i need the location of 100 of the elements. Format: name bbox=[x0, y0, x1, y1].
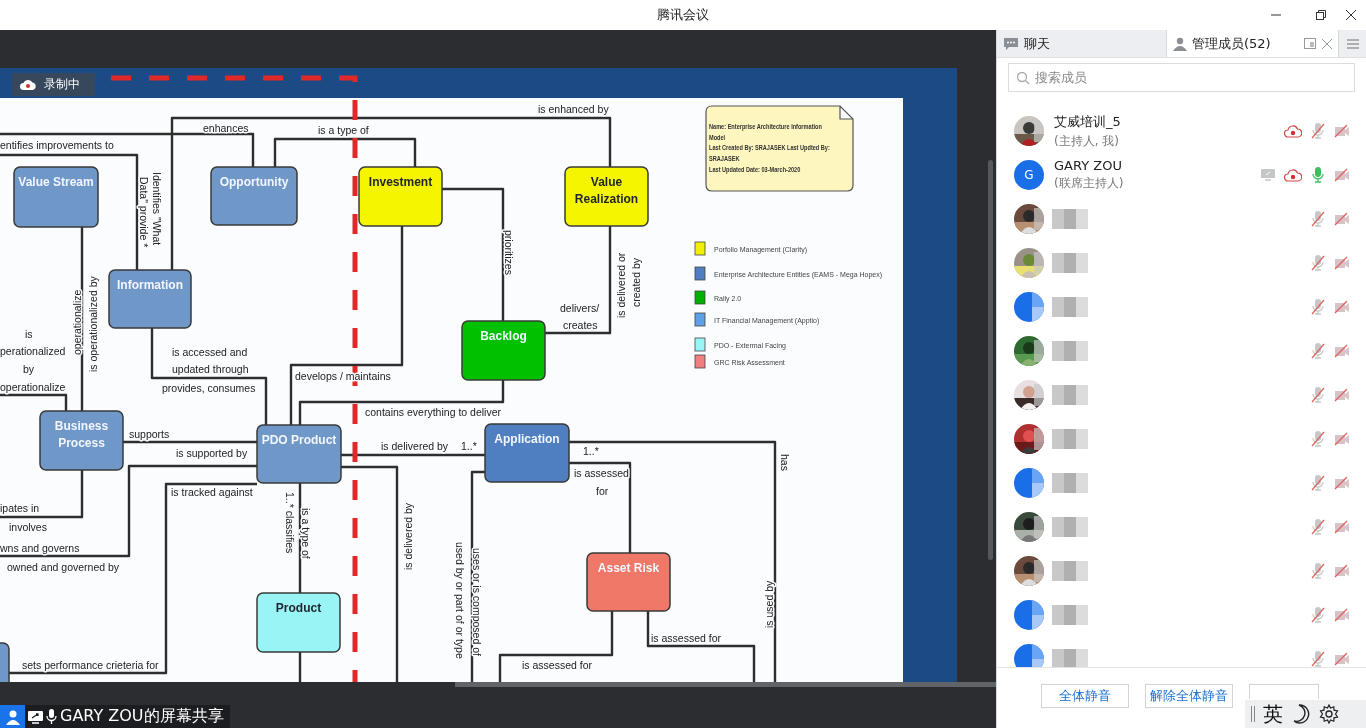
connector-label: operationalize bbox=[71, 289, 83, 355]
connector-label: is a type of bbox=[300, 508, 312, 559]
scrollbar[interactable] bbox=[455, 682, 996, 687]
participant-button[interactable] bbox=[0, 705, 25, 728]
search-icon bbox=[1016, 71, 1030, 85]
connector-label: ipates in bbox=[0, 502, 40, 514]
connector-label: used by or part of or type bbox=[454, 542, 466, 659]
connector-label: entifies improvements to bbox=[0, 139, 114, 151]
node-label: Business Process bbox=[54, 419, 109, 450]
restore-icon bbox=[1316, 10, 1326, 20]
search-field[interactable]: 搜索成员 bbox=[1008, 63, 1355, 92]
camera-off-icon[interactable] bbox=[1334, 388, 1350, 402]
muted-microphone-icon[interactable] bbox=[1310, 562, 1326, 580]
screen-share-icon bbox=[28, 709, 43, 724]
connector-label: is tracked against bbox=[171, 486, 253, 498]
camera-off-icon[interactable] bbox=[1334, 212, 1350, 226]
member-role: (联席主持人) bbox=[1054, 175, 1124, 192]
connector-label: operationalize bbox=[0, 381, 66, 393]
connector-label: has bbox=[779, 454, 791, 471]
connector-label: uses or is composed of bbox=[471, 548, 483, 656]
connector-label: owned and governed by bbox=[7, 561, 120, 573]
pixelated-name bbox=[1052, 605, 1088, 625]
person-icon bbox=[1173, 36, 1187, 51]
connector-label: is delivered by bbox=[381, 440, 449, 452]
pixelated-name bbox=[1052, 429, 1088, 449]
node-label: PDO Product bbox=[261, 433, 337, 447]
connector-label: is supported by bbox=[176, 447, 248, 459]
connector-label: contains everything to deliver bbox=[365, 406, 501, 418]
connector-label: delivers/ bbox=[560, 302, 600, 314]
settings-icon[interactable] bbox=[1319, 704, 1339, 724]
microphone-icon bbox=[46, 708, 57, 725]
muted-microphone-icon[interactable] bbox=[1310, 210, 1326, 228]
muted-microphone-icon[interactable] bbox=[1310, 518, 1326, 536]
node-label: Asset Risk bbox=[597, 561, 660, 575]
camera-off-icon[interactable] bbox=[1334, 608, 1350, 622]
connector-label: is bbox=[25, 328, 33, 340]
camera-off-icon[interactable] bbox=[1334, 652, 1350, 666]
connector-label: is assessed bbox=[574, 467, 629, 479]
scrollbar[interactable] bbox=[988, 160, 993, 560]
mute-control-button[interactable]: 全体静音 bbox=[1041, 684, 1129, 708]
node-label: Product bbox=[275, 601, 322, 615]
connector-label: involves bbox=[9, 521, 47, 533]
input-mode-toggle[interactable]: 英 bbox=[1263, 704, 1283, 724]
connector-label: is used by bbox=[763, 580, 775, 628]
muted-microphone-icon[interactable] bbox=[1310, 254, 1326, 272]
recording-status: 录制中 bbox=[44, 76, 80, 93]
connector-label: by bbox=[23, 363, 35, 375]
muted-microphone-icon[interactable] bbox=[1310, 606, 1326, 624]
connector-label: Identifies "What bbox=[151, 172, 163, 246]
camera-off-icon[interactable] bbox=[1334, 124, 1350, 138]
connector-label: Data" provide * bbox=[138, 177, 150, 248]
menu-icon bbox=[1346, 38, 1359, 49]
connector-label: perationalized bbox=[0, 345, 66, 357]
muted-microphone-icon[interactable] bbox=[1310, 386, 1326, 404]
pixelated-avatar bbox=[1014, 600, 1044, 630]
camera-off-icon[interactable] bbox=[1334, 256, 1350, 270]
pop-out-icon[interactable] bbox=[1304, 38, 1316, 49]
connector-label: is a type of bbox=[318, 124, 369, 136]
connector-label: supports bbox=[129, 428, 170, 440]
camera-off-icon[interactable] bbox=[1334, 476, 1350, 490]
camera-off-icon[interactable] bbox=[1334, 300, 1350, 314]
share-label: GARY ZOU的屏幕共享 bbox=[60, 706, 224, 727]
chat-icon bbox=[1003, 36, 1019, 51]
connector-label: created by bbox=[630, 257, 642, 307]
connector-label: updated through bbox=[172, 363, 249, 375]
close-icon bbox=[1346, 10, 1356, 20]
pixelated-name bbox=[1052, 473, 1088, 493]
muted-microphone-icon[interactable] bbox=[1310, 650, 1326, 667]
camera-off-icon[interactable] bbox=[1334, 432, 1350, 446]
node-label: Opportunity bbox=[219, 175, 289, 189]
camera-off-icon[interactable] bbox=[1334, 564, 1350, 578]
connector-label: enhances bbox=[203, 122, 249, 134]
pixelated-name bbox=[1052, 517, 1088, 537]
camera-off-icon[interactable] bbox=[1334, 520, 1350, 534]
pixelated-name bbox=[1052, 253, 1088, 273]
connector-label: 1..* bbox=[583, 445, 599, 457]
node-label: Value Stream bbox=[18, 175, 94, 189]
microphone-icon[interactable] bbox=[1310, 166, 1326, 184]
muted-microphone-icon[interactable] bbox=[1310, 430, 1326, 448]
muted-microphone-icon[interactable] bbox=[1310, 122, 1326, 140]
member-name: 艾威培训_5 bbox=[1054, 112, 1121, 131]
muted-microphone-icon[interactable] bbox=[1310, 342, 1326, 360]
camera-off-icon[interactable] bbox=[1334, 168, 1350, 182]
pixelated-avatar bbox=[1014, 644, 1044, 667]
close-icon[interactable] bbox=[1322, 38, 1332, 49]
connector-label: sets performance crieteria for bbox=[22, 659, 159, 671]
muted-microphone-icon[interactable] bbox=[1310, 298, 1326, 316]
muted-microphone-icon[interactable] bbox=[1310, 474, 1326, 492]
window-title: 腾讯会议 bbox=[657, 6, 709, 24]
pixelated-name bbox=[1052, 385, 1088, 405]
node-label: Backlog bbox=[480, 329, 527, 343]
pixelated-name bbox=[1052, 209, 1088, 229]
member-role: (主持人, 我) bbox=[1054, 132, 1120, 150]
member-name: GARY ZOU bbox=[1054, 158, 1123, 173]
connector-label: is delivered by bbox=[402, 502, 414, 570]
moon-icon[interactable] bbox=[1291, 704, 1311, 724]
panel-tab[interactable]: 聊天 bbox=[997, 30, 1167, 57]
node-label: Information bbox=[117, 278, 183, 292]
camera-off-icon[interactable] bbox=[1334, 344, 1350, 358]
mute-control-button[interactable]: 解除全体静音 bbox=[1145, 684, 1233, 708]
